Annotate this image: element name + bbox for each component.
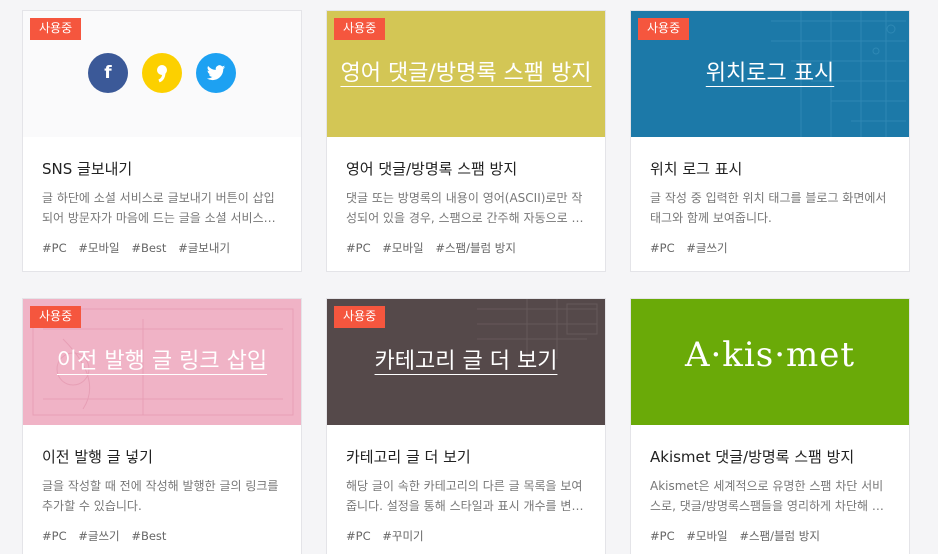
plugin-description: 댓글 또는 방명록의 내용이 영어(ASCII)로만 작성되어 있을 경우, 스… bbox=[346, 191, 583, 225]
tag[interactable]: #Best bbox=[131, 529, 166, 543]
tag[interactable]: #모바일 bbox=[78, 241, 119, 255]
thumbnail-title: 영어 댓글/방명록 스팸 방지 bbox=[340, 61, 592, 86]
plugin-card-body: 위치 로그 표시 글 작성 중 입력한 위치 태그를 블로그 화면에서 태그와 … bbox=[631, 137, 909, 271]
plugin-thumbnail[interactable]: A·kis·met bbox=[631, 299, 909, 425]
plugin-card-location-log[interactable]: 사용중 위치로그 표시 위치 로그 표시 글 작성 중 입력한 위치 태그를 블… bbox=[630, 10, 910, 272]
tag[interactable]: #PC bbox=[346, 529, 371, 543]
tag[interactable]: #PC bbox=[346, 241, 371, 255]
plugin-title: 카테고리 글 더 보기 bbox=[346, 448, 471, 466]
plugin-title: 위치 로그 표시 bbox=[650, 160, 743, 178]
plugin-description: 해당 글이 속한 카테고리의 다른 글 목록을 보여줍니다. 설정을 통해 스타… bbox=[346, 479, 583, 513]
status-badge: 사용중 bbox=[30, 306, 82, 328]
status-badge: 사용중 bbox=[30, 18, 82, 40]
status-badge: 사용중 bbox=[638, 18, 690, 40]
plugin-tags: #PC #글쓰기 #Best bbox=[42, 528, 282, 544]
tag[interactable]: #모바일 bbox=[686, 529, 727, 543]
tag[interactable]: #글쓰기 bbox=[78, 529, 119, 543]
plugin-description: Akismet은 세계적으로 유명한 스팸 차단 서비스로, 댓글/방명록스팸들… bbox=[650, 479, 884, 513]
plugin-card-english-spam[interactable]: 사용중 영어 댓글/방명록 스팸 방지 영어 댓글/방명록 스팸 방지 댓글 또… bbox=[326, 10, 606, 272]
plugin-tags: #PC #꾸미기 bbox=[346, 528, 586, 544]
plugin-card-akismet[interactable]: A·kis·met Akismet 댓글/방명록 스팸 방지 Akismet은 … bbox=[630, 298, 910, 554]
plugin-description: 글을 작성할 때 전에 작성해 발행한 글의 링크를 추가할 수 있습니다. bbox=[42, 479, 279, 513]
status-badge: 사용중 bbox=[334, 306, 386, 328]
plugin-card-category-more[interactable]: 사용중 카테고리 글 더 보기 카테고리 글 더 보기 해당 글이 속한 카테고… bbox=[326, 298, 606, 554]
plugin-thumbnail[interactable]: 사용중 이전 발행 글 링크 삽입 bbox=[23, 299, 301, 425]
plugin-title: SNS 글보내기 bbox=[42, 160, 133, 178]
akismet-logo: A·kis·met bbox=[684, 335, 856, 375]
status-badge: 사용중 bbox=[334, 18, 386, 40]
plugin-thumbnail[interactable]: 사용중 위치로그 표시 bbox=[631, 11, 909, 137]
plugin-card-body: 영어 댓글/방명록 스팸 방지 댓글 또는 방명록의 내용이 영어(ASCII)… bbox=[327, 137, 605, 271]
plugin-description: 글 작성 중 입력한 위치 태그를 블로그 화면에서 태그와 함께 보여줍니다. bbox=[650, 191, 887, 225]
plugin-title: 이전 발행 글 넣기 bbox=[42, 448, 153, 466]
plugin-description: 글 하단에 소셜 서비스로 글보내기 버튼이 삽입되어 방문자가 마음에 드는 … bbox=[42, 191, 275, 225]
tag[interactable]: #PC bbox=[42, 241, 67, 255]
plugin-tags: #PC #모바일 #Best #글보내기 bbox=[42, 240, 282, 256]
plugin-grid: 사용중 f SNS 글보내기 글 하단에 소셜 서비스로 글보내기 버튼이 삽입… bbox=[0, 0, 938, 554]
plugin-card-body: Akismet 댓글/방명록 스팸 방지 Akismet은 세계적으로 유명한 … bbox=[631, 425, 909, 554]
plugin-card-sns[interactable]: 사용중 f SNS 글보내기 글 하단에 소셜 서비스로 글보내기 버튼이 삽입… bbox=[22, 10, 302, 272]
plugin-tags: #PC #모바일 #스팸/블럼 방지 bbox=[346, 240, 586, 256]
tag[interactable]: #꾸미기 bbox=[382, 529, 423, 543]
thumbnail-title: 카테고리 글 더 보기 bbox=[374, 349, 558, 374]
plugin-tags: #PC #글쓰기 bbox=[650, 240, 890, 256]
tag[interactable]: #모바일 bbox=[382, 241, 423, 255]
plugin-thumbnail[interactable]: 사용중 f bbox=[23, 11, 301, 137]
plugin-card-previous-post[interactable]: 사용중 이전 발행 글 링크 삽입 이전 발행 글 넣기 글을 작성할 때 전에… bbox=[22, 298, 302, 554]
tag[interactable]: #글쓰기 bbox=[686, 241, 727, 255]
tag[interactable]: #PC bbox=[650, 241, 675, 255]
plugin-card-body: 이전 발행 글 넣기 글을 작성할 때 전에 작성해 발행한 글의 링크를 추가… bbox=[23, 425, 301, 554]
plugin-thumbnail[interactable]: 사용중 카테고리 글 더 보기 bbox=[327, 299, 605, 425]
plugin-tags: #PC #모바일 #스팸/블럼 방지 bbox=[650, 528, 890, 544]
thumbnail-title: 위치로그 표시 bbox=[705, 61, 835, 86]
kakao-icon bbox=[142, 53, 182, 93]
tag[interactable]: #Best bbox=[131, 241, 166, 255]
thumbnail-title: 이전 발행 글 링크 삽입 bbox=[56, 349, 268, 374]
tag[interactable]: #글보내기 bbox=[178, 241, 230, 255]
facebook-icon: f bbox=[88, 53, 128, 93]
plugin-thumbnail[interactable]: 사용중 영어 댓글/방명록 스팸 방지 bbox=[327, 11, 605, 137]
plugin-card-body: 카테고리 글 더 보기 해당 글이 속한 카테고리의 다른 글 목록을 보여줍니… bbox=[327, 425, 605, 554]
plugin-title: 영어 댓글/방명록 스팸 방지 bbox=[346, 160, 518, 178]
tag[interactable]: #스팸/블럼 방지 bbox=[739, 529, 820, 543]
plugin-card-body: SNS 글보내기 글 하단에 소셜 서비스로 글보내기 버튼이 삽입되어 방문자… bbox=[23, 137, 301, 271]
tag[interactable]: #PC bbox=[650, 529, 675, 543]
tag[interactable]: #PC bbox=[42, 529, 67, 543]
plugin-title: Akismet 댓글/방명록 스팸 방지 bbox=[650, 448, 855, 466]
twitter-icon bbox=[196, 53, 236, 93]
tag[interactable]: #스팸/블럼 방지 bbox=[435, 241, 516, 255]
social-icons: f bbox=[23, 53, 301, 93]
